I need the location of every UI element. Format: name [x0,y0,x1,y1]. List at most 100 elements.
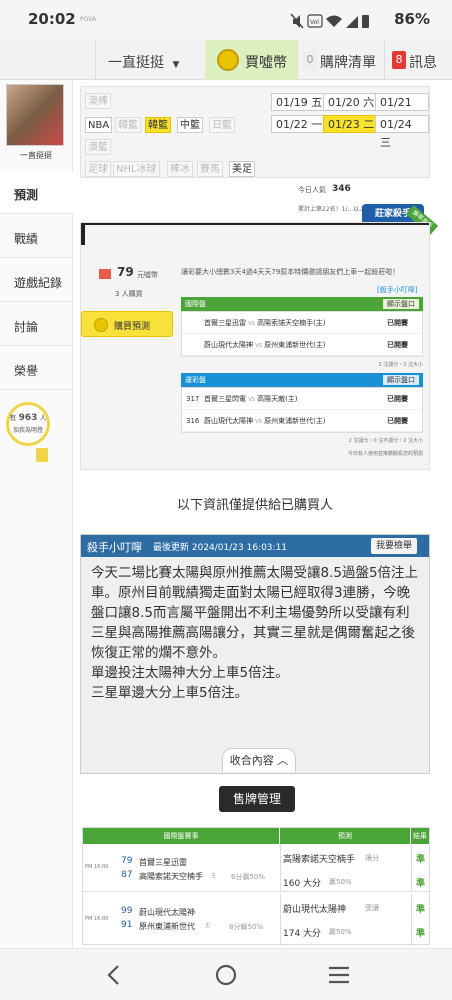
league-chip[interactable]: 日籃 [209,117,235,133]
result-hit: 準 [416,879,426,889]
league-chip[interactable]: 澳籃 [85,139,111,155]
status-icons: Vol [290,13,369,29]
lottery-footer: 2 注讓分・0 注不讓分・2 注大小 [348,438,423,444]
tips-paragraph: 今天二場比賽太陽與原州推薦太陽受讓8.5過盤5倍注上車。原州目前戰績獨走面對太陽… [91,565,419,621]
col-header-result: 結果 [411,828,429,844]
league-chip[interactable]: NHL冰球 [113,161,160,177]
tips-header: 殺手小叮嚀 最後更新 2024/01/23 16:03:11 我要檢舉 [81,535,429,557]
sidebar-item-game-log[interactable]: 遊戲紀錄 [0,260,72,302]
clock: 20:02 [28,10,76,28]
top-nav: 一直挺挺 ▼ 買噓幣 0 購牌清單 8 訊息 [0,40,452,80]
date-chip[interactable]: 01/20 六 [323,93,380,111]
tips-title: 殺手小叮嚀 [87,541,142,554]
collapse-button[interactable]: 收合內容 ︿ [222,748,296,772]
detail-footnote: 今日有人使用並推薦觀看您的預測 [347,451,423,457]
sidebar: 一直挺挺 預測 戰績 遊戲紀錄 討論 榮譽 有 963 人 加我為明燈 [0,80,73,1000]
sidebar-item-record[interactable]: 戰績 [0,216,72,258]
result-hit: 準 [416,855,426,865]
buy-coins-button[interactable]: 買噓幣 [205,40,297,80]
sales-management-button[interactable]: 售牌管理 [219,786,295,812]
table-row: PM 16:00 99 蔚山現代太陽神 91 原州東浦新世代 主 8分輸50% … [83,894,429,946]
table-row: 首爾三星迅雷 VS 高陽索諾天空楠手(主) 已開賽 [182,312,422,334]
user-name: 一直挺挺 [20,151,52,160]
signal-icon [346,16,358,28]
caret-down-icon: ▼ [172,60,180,70]
intl-footer: 2 注讓分・2 注大小 [378,362,423,368]
date-chip[interactable]: 01/21 日 [375,93,429,127]
sidebar-item-discuss[interactable]: 討論 [0,304,72,346]
lottery-section: 運彩盤 顯示盤口 317 首爾三星閃電 VS 高陽天敵(主) 已開賽 316 蔚山現代太… [181,373,423,457]
price-value: 79 [117,265,134,279]
battery-percent: 86% [394,10,430,28]
back-icon[interactable] [104,963,124,987]
result-hit: 準 [416,905,426,915]
league-chip-selected[interactable]: 韓籃 [145,117,171,133]
buy-coins-label: 買噓幣 [245,55,287,71]
col-header-pick: 預測 [280,828,410,844]
league-chip[interactable]: 棒冰 [167,161,193,177]
popularity-value: 346 [332,184,351,194]
mute-icon [290,13,304,29]
tips-paragraph: 三星與高陽推薦高陽讓分，其實三星就是偶爾奮起之後恢復正常的爛不意外。 [91,625,415,661]
intl-table: 首爾三星迅雷 VS 高陽索諾天空楠手(主) 已開賽 蔚山現代太陽神 VS 原州東浦… [181,311,423,357]
league-chip[interactable]: 澳棒 [85,93,111,109]
table-row: PM 16:00 79 首爾三星迅雷 87 高陽索諾天空楠手 主 6分贏50% … [83,844,429,892]
price-unit: 元噓幣 [137,271,158,279]
sidebar-item-predict[interactable]: 預測 [0,172,73,214]
tips-paragraph: 單邊投注太陽神大分上車5倍注。 [91,665,289,681]
tips-updated: 最後更新 2024/01/23 16:03:11 [153,543,288,553]
result-hit: 準 [416,929,426,939]
league-chip[interactable]: 賽馬 [197,161,223,177]
volte-icon: Vol [307,14,323,28]
tips-panel: 殺手小叮嚀 最後更新 2024/01/23 16:03:11 我要檢舉 今天二場… [80,534,430,774]
promo-text: 讓彩要大小總數3天4過4天天79原本特價邀請朋友們上車一起殺莊啦！ [181,268,400,276]
league-chip[interactable]: 美足 [229,161,255,177]
show-odds-button[interactable]: 顯示盤口 [383,299,419,309]
stats-header: 今日人氣 346 累計上第22名！1/...以上 莊家殺手 勝率高手 [80,180,439,238]
prediction-detail: 79 元噓幣 3 人購買 購買預測 讓彩要大小總數3天4過4天天79原本特價邀請… [80,222,430,470]
messages-count: 8 [392,51,406,69]
date-chip-selected[interactable]: 01/23 二 [323,115,380,133]
lightbulb-base [36,448,48,462]
menu-icon[interactable] [327,964,351,986]
lottery-table: 317 首爾三星閃電 VS 高陽天敵(主) 已開賽 316 蔚山現代太陽神 VS 原州… [181,387,423,433]
tips-paragraph: 三星單邊大分上車5倍注。 [91,685,249,701]
lightbulb-icon[interactable]: 有 963 人 加我為明燈 [6,402,50,446]
intl-header: 國際盤 顯示盤口 [181,297,423,311]
report-button[interactable]: 我要檢舉 [371,538,418,554]
chevron-up-icon: ︿ [277,754,289,767]
col-header-games: 國際盤賽事 [83,828,279,844]
show-odds-button[interactable]: 顯示盤口 [383,375,419,385]
popularity-label: 今日人氣 [298,186,326,194]
buyer-count: 3 人購買 [115,290,143,298]
date-chip[interactable]: 01/19 五 [271,93,328,111]
avatar[interactable] [6,84,64,146]
buy-prediction-button[interactable]: 購買預測 [81,311,173,337]
league-chip[interactable]: 足球 [85,161,111,177]
date-chip[interactable]: 01/22 一 [271,115,328,133]
user-dropdown-label: 一直挺挺 [108,55,164,71]
messages-label: 訊息 [409,55,437,71]
status-bar: 20:02 POVA Vol 86% [0,0,452,40]
home-icon[interactable] [214,963,238,987]
svg-text:Vol: Vol [310,19,319,26]
results-table: 國際盤賽事 預測 結果 PM 16:00 79 首爾三星迅雷 87 高陽索諾天空… [82,827,430,946]
lottery-header: 運彩盤 顯示盤口 [181,373,423,387]
purchase-list-count: 0 [303,51,317,69]
sidebar-item-honor[interactable]: 榮譽 [0,348,72,390]
wifi-icon [326,15,342,27]
league-chip[interactable]: 中籃 [177,117,203,133]
league-chip-nba[interactable]: NBA [85,117,113,133]
league-chip[interactable]: 韓籃 [115,117,141,133]
intl-section: 國際盤 顯示盤口 首爾三星迅雷 VS 高陽索諾天空楠手(主) 已開賽 蔚山現代太陽神… [181,297,423,368]
purchase-list-label: 購牌清單 [320,55,376,71]
buyers-only-notice: 以下資訊僅提供給已購買人 [176,498,333,513]
date-chip[interactable]: 01/24 三 [375,115,429,149]
carrier-label: POVA [80,16,97,23]
coin-icon [217,49,239,71]
coin-icon [94,318,108,332]
battery-icon [362,15,369,28]
tip-link[interactable]: [殺手小叮嚀] [377,285,417,295]
user-dropdown[interactable]: 一直挺挺 ▼ [108,52,179,72]
table-row: 蔚山現代太陽神 VS 原州東浦新世代(主) 已開賽 [182,334,422,356]
